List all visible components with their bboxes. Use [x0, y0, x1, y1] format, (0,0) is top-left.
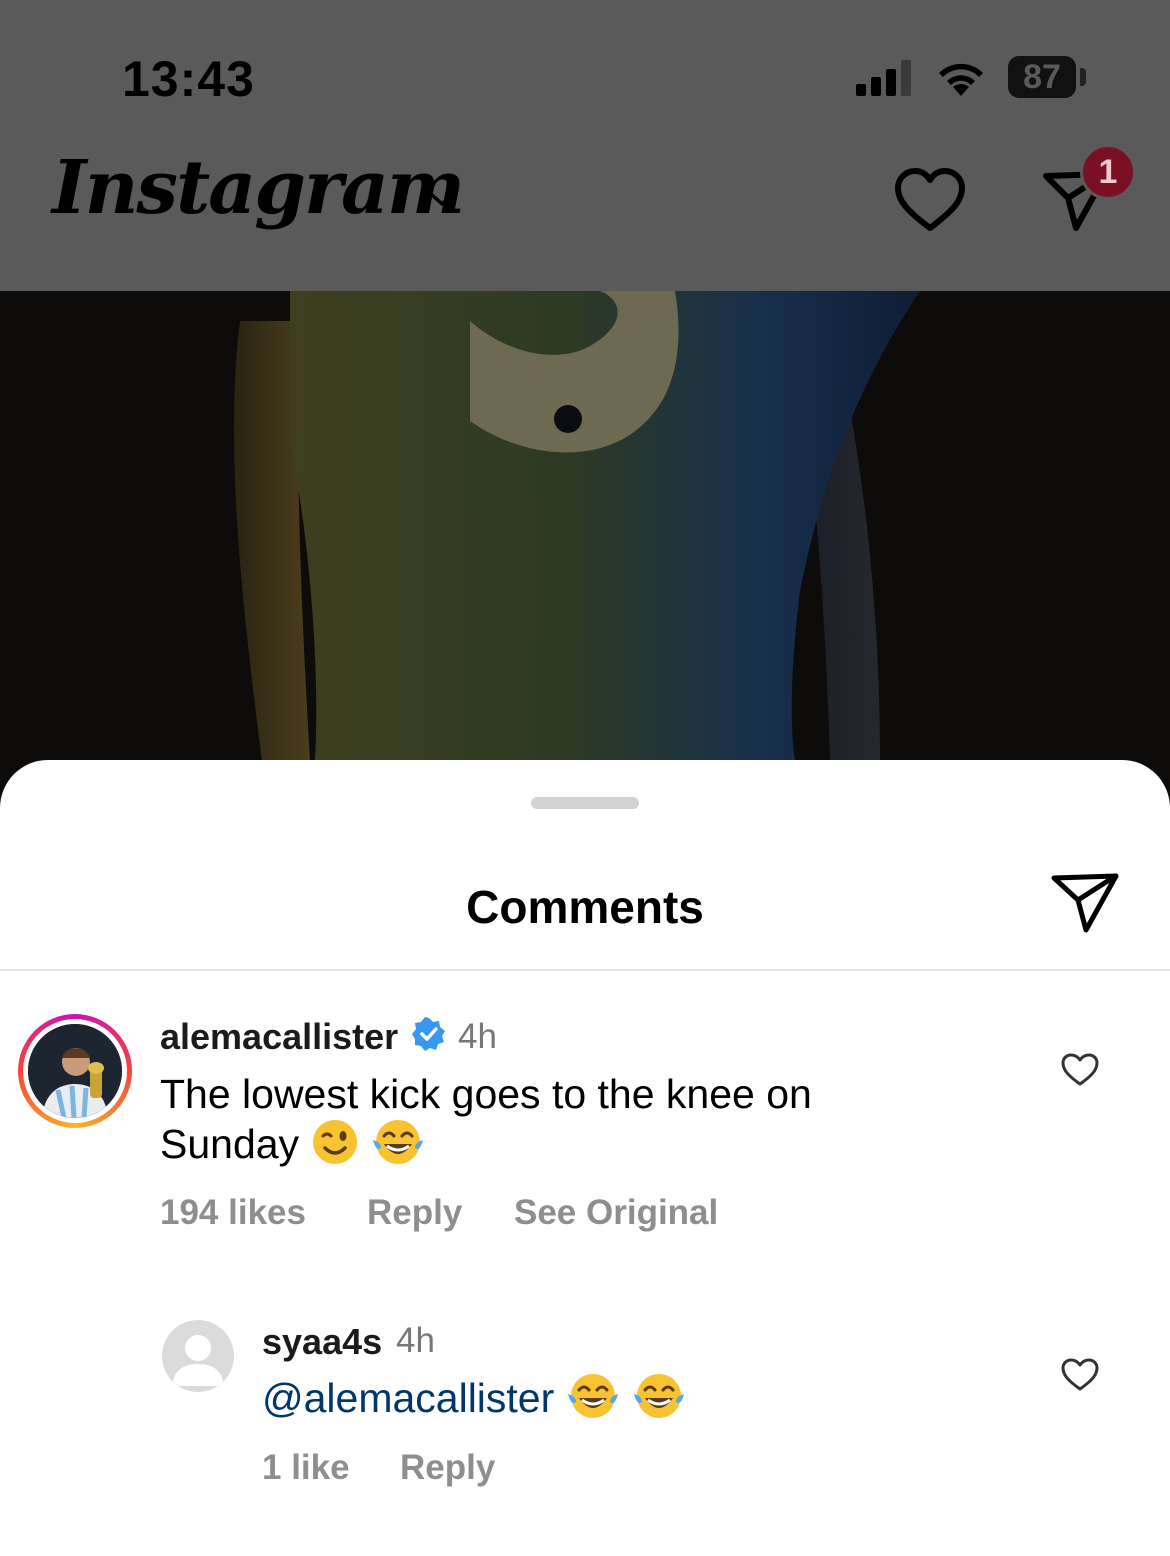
- post-image-dimmed[interactable]: [0, 291, 1170, 811]
- comment-likes[interactable]: 194 likes: [160, 1193, 306, 1233]
- verified-badge-icon: [412, 1017, 445, 1051]
- like-comment-heart-icon[interactable]: [1061, 1053, 1099, 1087]
- dm-unread-badge: 1: [1080, 144, 1136, 200]
- winking-face-emoji: [311, 1118, 359, 1176]
- sheet-divider: [0, 969, 1170, 971]
- comment-username[interactable]: alemacallister: [160, 1016, 398, 1058]
- comment-text: The lowest kick goes to the knee on Sund…: [160, 1070, 920, 1176]
- see-original-button[interactable]: See Original: [514, 1193, 718, 1233]
- share-icon[interactable]: [1050, 870, 1122, 934]
- comment-time: 4h: [458, 1017, 497, 1056]
- status-time: 13:43: [122, 51, 255, 107]
- like-comment-heart-icon[interactable]: [1061, 1358, 1099, 1392]
- mention-link[interactable]: @alemacallister: [262, 1375, 554, 1421]
- tears-of-joy-emoji: [371, 1118, 425, 1176]
- comment-text: @alemacallister: [262, 1372, 962, 1430]
- tears-of-joy-emoji: [566, 1372, 620, 1430]
- post-image-art: [0, 291, 1170, 811]
- sheet-title: Comments: [466, 881, 704, 933]
- top-bar-dimmed: 13:43 87 Instagram 1: [0, 0, 1170, 291]
- battery-tip: [1080, 68, 1086, 86]
- comments-sheet: Comments alemacallister 4h The lowest ki…: [0, 760, 1170, 1556]
- comment-likes[interactable]: 1 like: [262, 1448, 350, 1488]
- comment-body: The lowest kick goes to the knee on Sund…: [160, 1071, 812, 1167]
- comment-username[interactable]: syaa4s: [262, 1321, 382, 1363]
- wifi-icon: [939, 63, 983, 96]
- comment-time: 4h: [396, 1321, 435, 1360]
- notifications-heart-icon[interactable]: [894, 168, 966, 234]
- battery-indicator: 87: [1008, 56, 1076, 98]
- avatar-border: [23, 1019, 127, 1123]
- reply-button[interactable]: Reply: [400, 1448, 495, 1488]
- default-avatar-icon[interactable]: [162, 1320, 234, 1392]
- chevron-down-icon[interactable]: [428, 190, 456, 208]
- avatar-story-ring[interactable]: [18, 1014, 132, 1128]
- tears-of-joy-emoji: [632, 1372, 686, 1430]
- avatar-image: [28, 1024, 122, 1118]
- sheet-grabber[interactable]: [531, 797, 639, 809]
- avatar: [28, 1024, 122, 1118]
- cellular-signal-icon: [856, 60, 911, 96]
- reply-button[interactable]: Reply: [367, 1193, 462, 1233]
- instagram-logo[interactable]: Instagram: [52, 145, 465, 231]
